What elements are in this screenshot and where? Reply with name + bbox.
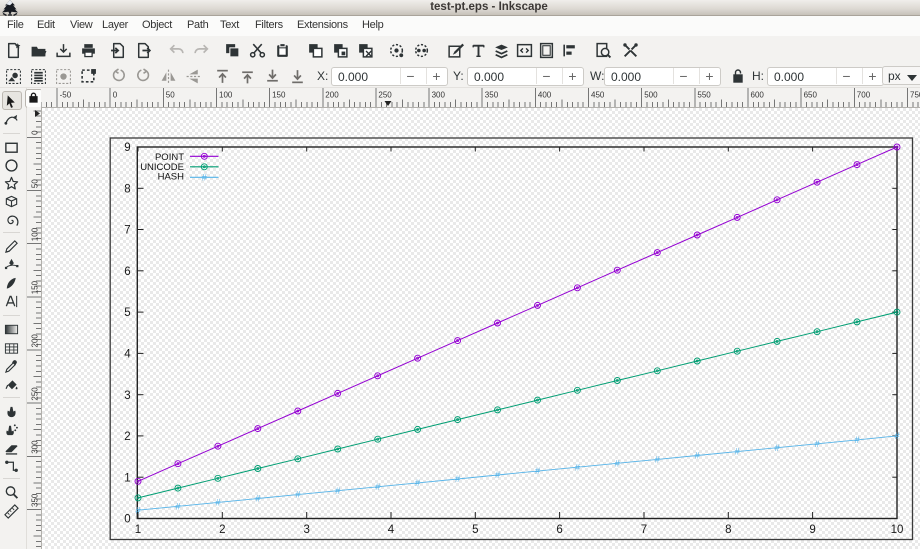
svg-text:#: #	[202, 172, 208, 182]
svg-text:#: #	[575, 462, 581, 472]
svg-text:#: #	[735, 447, 741, 457]
svg-text:#: #	[255, 494, 261, 504]
svg-text:#: #	[135, 505, 141, 515]
svg-text:#: #	[175, 501, 181, 511]
svg-text:5: 5	[472, 524, 478, 536]
svg-text:#: #	[535, 466, 541, 476]
svg-text:#: #	[854, 435, 860, 445]
svg-text:3: 3	[124, 390, 130, 402]
svg-text:1: 1	[135, 524, 141, 536]
svg-text:5: 5	[124, 307, 130, 319]
svg-text:7: 7	[641, 524, 647, 536]
svg-text:#: #	[375, 482, 381, 492]
svg-text:8: 8	[124, 183, 130, 195]
svg-text:#: #	[495, 470, 501, 480]
svg-text:7: 7	[124, 225, 130, 237]
svg-text:#: #	[815, 439, 821, 449]
svg-text:6: 6	[556, 524, 562, 536]
svg-text:4: 4	[388, 524, 395, 536]
svg-text:#: #	[215, 498, 221, 508]
svg-text:9: 9	[124, 142, 130, 154]
svg-text:#: #	[415, 478, 421, 488]
svg-text:#: #	[615, 458, 621, 468]
svg-text:#: #	[894, 431, 900, 441]
svg-text:#: #	[295, 490, 301, 500]
svg-text:2: 2	[219, 524, 225, 536]
svg-text:8: 8	[725, 524, 731, 536]
svg-text:#: #	[335, 486, 341, 496]
svg-text:4: 4	[124, 349, 131, 361]
svg-text:2: 2	[124, 431, 130, 443]
svg-text:9: 9	[809, 524, 815, 536]
svg-text:1: 1	[124, 472, 130, 484]
svg-text:HASH: HASH	[158, 172, 185, 183]
svg-text:#: #	[455, 474, 461, 484]
svg-text:#: #	[695, 451, 701, 461]
svg-text:6: 6	[124, 266, 130, 278]
svg-text:10: 10	[891, 524, 904, 536]
svg-text:#: #	[655, 455, 661, 465]
svg-text:#: #	[775, 443, 781, 453]
svg-text:3: 3	[303, 524, 309, 536]
svg-text:0: 0	[124, 514, 130, 526]
